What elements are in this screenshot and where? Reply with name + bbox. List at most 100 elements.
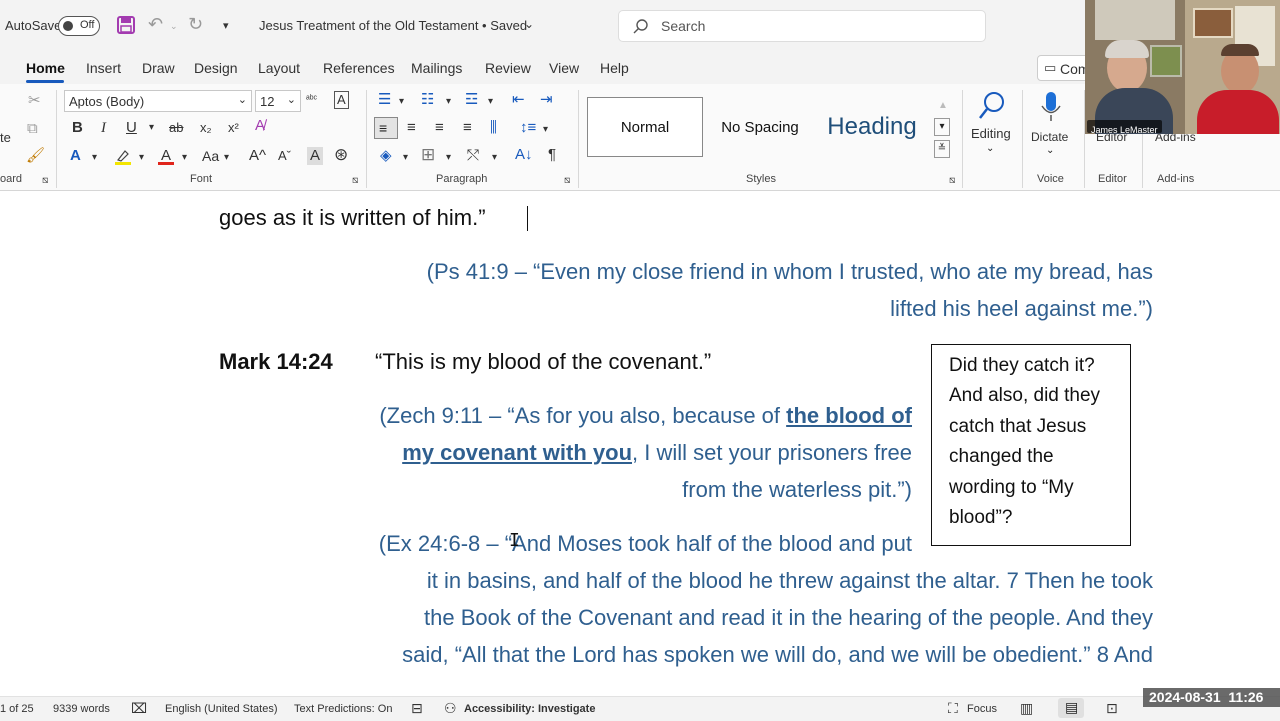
shrink-font-icon[interactable]: Aˇ xyxy=(278,148,291,164)
align-right-icon[interactable]: ≡ xyxy=(435,120,444,136)
zech-quote-line2[interactable]: my covenant with you, I will set your pr… xyxy=(402,440,912,466)
clipboard-launcher-icon[interactable]: ⧅ xyxy=(42,173,48,189)
font-name-select[interactable]: Aptos (Body) ⌄ xyxy=(64,90,252,112)
italic-icon[interactable]: I xyxy=(101,120,106,136)
focus-icon[interactable]: ⛶ xyxy=(948,700,958,716)
style-normal[interactable]: Normal xyxy=(587,97,703,157)
styles-scroll-up-icon[interactable]: ▲ xyxy=(938,98,948,114)
highlight-icon[interactable] xyxy=(115,149,131,165)
borders-icon[interactable]: ⊞ xyxy=(421,146,435,163)
dropdown-icon[interactable]: ▾ xyxy=(224,150,229,166)
align-center-icon[interactable]: ≡ xyxy=(407,120,416,136)
dropdown-icon[interactable]: ▾ xyxy=(139,150,144,166)
tab-design[interactable]: Design xyxy=(194,60,238,76)
tab-draw[interactable]: Draw xyxy=(142,60,175,76)
ex-quote-line2[interactable]: it in basins, and half of the blood he t… xyxy=(427,568,1153,594)
bold-icon[interactable]: B xyxy=(72,120,83,136)
text-predictions-status[interactable]: Text Predictions: On xyxy=(294,703,392,715)
tab-mailings[interactable]: Mailings xyxy=(411,60,462,76)
search-box[interactable]: Search xyxy=(618,10,986,42)
change-case-aa-icon[interactable]: Aa xyxy=(202,148,219,164)
character-shading-icon[interactable]: A xyxy=(307,147,324,165)
copy-icon[interactable]: ⧉ xyxy=(27,121,38,137)
zech-quote-line3[interactable]: from the waterless pit.”) xyxy=(682,477,912,503)
track-changes-icon[interactable]: ⊟ xyxy=(411,700,423,716)
undo-dropdown-icon[interactable]: ⌄ xyxy=(170,18,178,34)
font-size-select[interactable]: 12 ⌄ xyxy=(255,90,301,112)
numbering-icon[interactable]: ☷ xyxy=(421,92,434,108)
document-title[interactable]: Jesus Treatment of the Old Testament • S… xyxy=(259,18,527,33)
accessibility-status[interactable]: Accessibility: Investigate xyxy=(464,703,595,715)
tab-references[interactable]: References xyxy=(323,60,395,76)
undo-icon[interactable]: ↶ xyxy=(148,15,163,33)
dictate-button[interactable]: Dictate ⌄ xyxy=(1028,88,1074,158)
callout-textbox[interactable]: Did they catch it? And also, did they ca… xyxy=(931,344,1131,546)
dropdown-icon[interactable]: ▾ xyxy=(446,150,451,166)
align-left-button[interactable]: ≡ xyxy=(374,117,398,139)
strikethrough-icon[interactable]: ab xyxy=(169,120,183,136)
ex-quote-line4[interactable]: said, “All that the Lord has spoken we w… xyxy=(402,642,1153,668)
underline-icon[interactable]: U xyxy=(126,120,137,136)
multilevel-list-icon[interactable]: ☲ xyxy=(465,92,478,108)
mark-quote[interactable]: “This is my blood of the covenant.” xyxy=(375,349,711,375)
proofing-icon[interactable]: ⌧ xyxy=(131,700,147,716)
ex-quote-line1[interactable]: (Ex 24:6-8 – “And Moses took half of the… xyxy=(379,531,912,557)
dropdown-icon[interactable]: ▾ xyxy=(403,150,408,166)
style-no-spacing[interactable]: No Spacing xyxy=(705,97,815,157)
justify-icon[interactable]: ≡ xyxy=(463,120,472,136)
increase-indent-icon[interactable]: ⇥ xyxy=(540,92,553,108)
tab-help[interactable]: Help xyxy=(600,60,629,76)
word-count[interactable]: 9339 words xyxy=(53,703,110,715)
format-painter-icon[interactable]: 🖌 xyxy=(26,148,45,164)
save-button[interactable] xyxy=(117,16,135,34)
line-spacing-icon[interactable]: ↕≡ xyxy=(520,120,536,136)
read-mode-icon[interactable]: ▥ xyxy=(1020,700,1033,716)
language-status[interactable]: English (United States) xyxy=(165,703,278,715)
grow-font-icon[interactable]: A^ xyxy=(249,148,266,164)
page-count[interactable]: 1 of 25 xyxy=(0,703,34,715)
sort-icon[interactable]: A↓ xyxy=(515,147,533,163)
underline-dropdown-icon[interactable]: ▾ xyxy=(149,120,154,136)
styles-more-icon[interactable]: ≚ xyxy=(934,140,950,158)
tab-view[interactable]: View xyxy=(549,60,579,76)
paragraph-launcher-icon[interactable]: ⧅ xyxy=(564,173,570,189)
redo-icon[interactable]: ↻ xyxy=(188,15,203,33)
dropdown-icon[interactable]: ▾ xyxy=(488,94,493,110)
decrease-indent-icon[interactable]: ⇤ xyxy=(512,92,525,108)
bullets-icon[interactable]: ☰ xyxy=(378,92,391,108)
font-color-icon[interactable]: A xyxy=(158,147,174,165)
text-effects-color-icon[interactable]: A xyxy=(70,148,81,164)
mark-reference[interactable]: Mark 14:24 xyxy=(219,349,333,375)
styles-scroll-down-icon[interactable]: ▾ xyxy=(934,118,950,136)
zech-quote-line1[interactable]: (Zech 9:11 – “As for you also, because o… xyxy=(379,403,912,429)
dropdown-icon[interactable]: ▾ xyxy=(492,150,497,166)
focus-label[interactable]: Focus xyxy=(967,703,997,715)
tab-layout[interactable]: Layout xyxy=(258,60,300,76)
text-effects-icon[interactable]: A̸ xyxy=(255,118,265,134)
paste-icon[interactable]: te xyxy=(0,130,11,146)
dropdown-icon[interactable]: ▾ xyxy=(446,94,451,110)
ps-quote-line2[interactable]: lifted his heel against me.”) xyxy=(890,296,1153,322)
change-case-icon[interactable]: ᵃᵇᶜ xyxy=(306,92,317,108)
tab-insert[interactable]: Insert xyxy=(86,60,121,76)
asian-layout-icon[interactable]: ⤲ xyxy=(467,148,479,164)
accessibility-icon[interactable]: ⚇ xyxy=(444,700,457,716)
superscript-icon[interactable]: x² xyxy=(228,120,239,136)
font-launcher-icon[interactable]: ⧅ xyxy=(352,173,358,189)
show-marks-icon[interactable]: ¶ xyxy=(548,147,556,163)
editing-button[interactable]: Editing ⌄ xyxy=(968,88,1014,158)
dropdown-icon[interactable]: ▾ xyxy=(543,122,548,138)
dropdown-icon[interactable]: ▾ xyxy=(182,150,187,166)
doc-line-prev[interactable]: goes as it is written of him.” xyxy=(219,205,486,231)
ex-quote-line3[interactable]: the Book of the Covenant and read it in … xyxy=(424,605,1153,631)
title-chevron-down-icon[interactable]: ⌄ xyxy=(524,16,534,32)
columns-icon[interactable]: ⫼ xyxy=(490,120,497,136)
customize-qat-icon[interactable]: ▾ xyxy=(223,18,229,34)
tab-review[interactable]: Review xyxy=(485,60,531,76)
tab-home[interactable]: Home xyxy=(26,60,65,76)
cut-icon[interactable]: ✂ xyxy=(28,93,41,109)
print-layout-button[interactable]: ▤ xyxy=(1058,698,1084,718)
enclose-characters-icon[interactable]: ⊛ xyxy=(334,146,348,163)
clear-formatting-icon[interactable]: A xyxy=(334,91,349,109)
ps-quote-line1[interactable]: (Ps 41:9 – “Even my close friend in whom… xyxy=(427,259,1153,285)
